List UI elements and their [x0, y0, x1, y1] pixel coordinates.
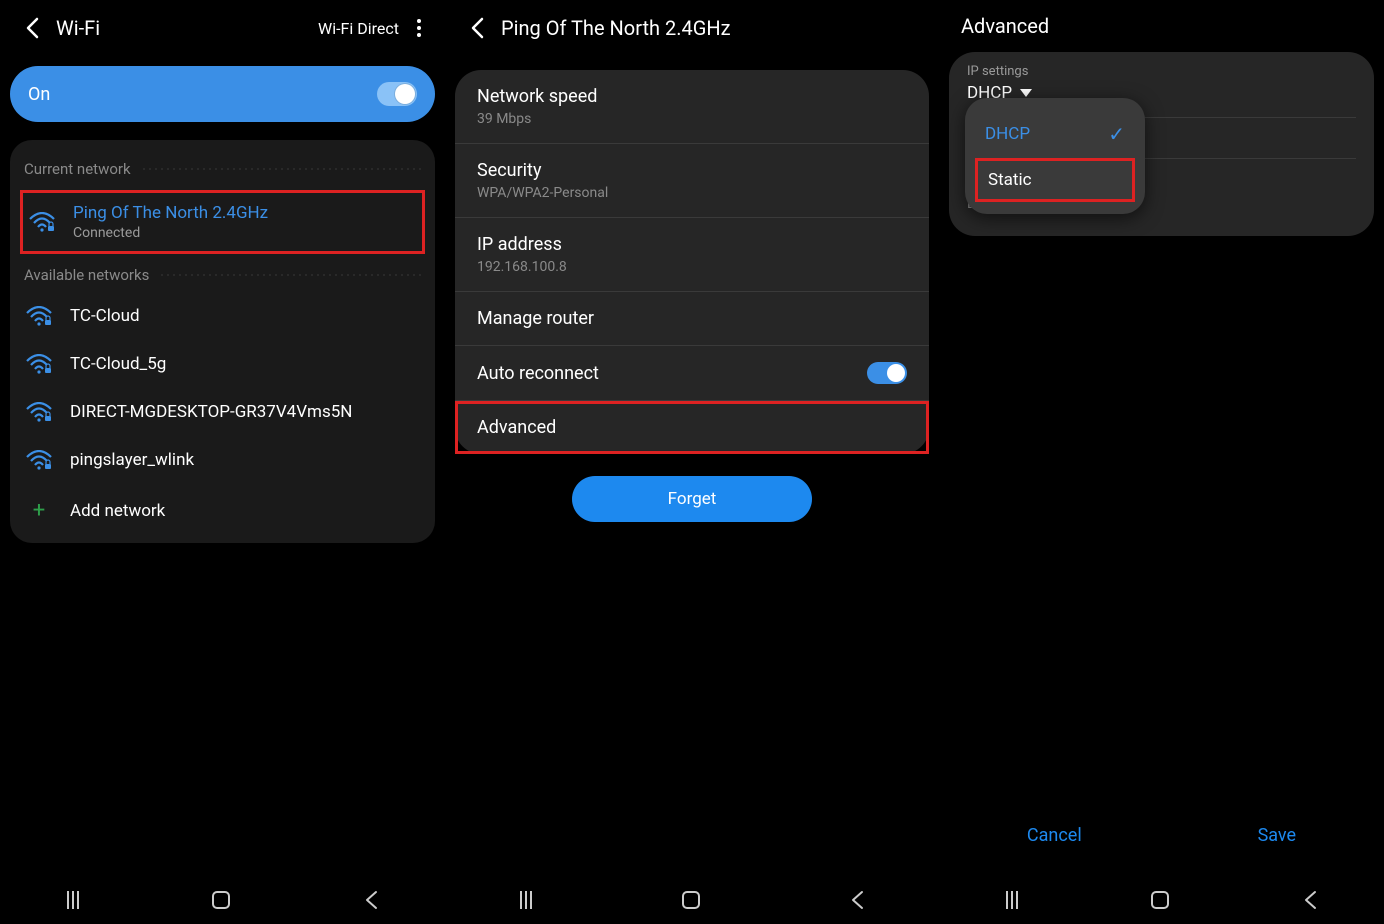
row-label: Advanced: [477, 417, 907, 438]
network-row[interactable]: DIRECT-MGDESKTOP-GR37V4Vms5N: [10, 388, 435, 436]
nav-home[interactable]: [1151, 891, 1169, 909]
android-nav-bar: [445, 890, 939, 910]
nav-home[interactable]: [212, 891, 230, 909]
nav-back[interactable]: [850, 890, 864, 910]
auto-reconnect-row[interactable]: Auto reconnect: [455, 346, 929, 401]
page-title: Wi-Fi: [56, 16, 318, 40]
option-dhcp[interactable]: DHCP ✓: [965, 110, 1145, 158]
row-label: Security: [477, 160, 907, 181]
chevron-down-icon: [1020, 89, 1032, 97]
wifi-lock-icon: [26, 402, 52, 422]
nav-home[interactable]: [682, 891, 700, 909]
row-value: 192.168.100.8: [477, 259, 907, 275]
android-nav-bar: [939, 890, 1384, 910]
available-networks-label: Available networks: [24, 266, 149, 284]
network-name: DIRECT-MGDESKTOP-GR37V4Vms5N: [70, 402, 352, 422]
current-network-header: Current network: [10, 152, 435, 186]
nav-recents[interactable]: [67, 891, 79, 909]
wifi-lock-icon: [29, 212, 55, 232]
network-row[interactable]: pingslayer_wlink: [10, 436, 435, 484]
add-network-label: Add network: [70, 501, 165, 521]
network-name: TC-Cloud_5g: [70, 354, 166, 374]
toggle-switch-icon: [867, 362, 907, 384]
cancel-button[interactable]: Cancel: [1027, 825, 1082, 846]
row-label: Network speed: [477, 86, 907, 107]
networks-card: Current network Ping Of The North 2.4GHz…: [10, 140, 435, 543]
current-network-label: Current network: [24, 160, 131, 178]
security-row: Security WPA/WPA2-Personal: [455, 144, 929, 218]
add-network-row[interactable]: + Add network: [10, 484, 435, 537]
nav-recents[interactable]: [520, 891, 532, 909]
advanced-screen: Advanced IP settings DHCP Metered networ…: [939, 0, 1384, 924]
network-status: Connected: [73, 225, 268, 241]
row-value: 39 Mbps: [477, 111, 907, 127]
more-options-icon[interactable]: [407, 16, 431, 40]
back-button[interactable]: [459, 10, 495, 46]
wifi-master-toggle[interactable]: On: [10, 66, 435, 122]
manage-router-row[interactable]: Manage router: [455, 292, 929, 346]
advanced-card: IP settings DHCP Metered network Detect …: [949, 52, 1374, 236]
network-name: TC-Cloud: [70, 306, 140, 326]
nav-recents[interactable]: [1006, 891, 1018, 909]
ip-address-row: IP address 192.168.100.8: [455, 218, 929, 292]
divider-dots: [141, 168, 421, 170]
network-speed-row: Network speed 39 Mbps: [455, 70, 929, 144]
option-label: DHCP: [985, 124, 1030, 144]
row-label: IP address: [477, 234, 907, 255]
wifi-direct-button[interactable]: Wi-Fi Direct: [318, 19, 399, 38]
row-label: Manage router: [477, 308, 907, 329]
wifi-lock-icon: [26, 450, 52, 470]
network-row[interactable]: TC-Cloud: [10, 292, 435, 340]
network-detail-card: Network speed 39 Mbps Security WPA/WPA2-…: [455, 70, 929, 454]
header: Wi-Fi Wi-Fi Direct: [10, 0, 435, 56]
option-label: Static: [988, 170, 1032, 190]
row-label: Auto reconnect: [477, 363, 599, 384]
page-title: Ping Of The North 2.4GHz: [501, 16, 925, 40]
forget-button[interactable]: Forget: [572, 476, 812, 522]
available-networks-header: Available networks: [10, 258, 435, 292]
network-detail-screen: Ping Of The North 2.4GHz Network speed 3…: [445, 0, 939, 924]
check-icon: ✓: [1108, 122, 1125, 146]
back-button[interactable]: [14, 10, 50, 46]
ip-settings-label: IP settings: [967, 64, 1356, 79]
nav-back[interactable]: [364, 890, 378, 910]
page-title: Advanced: [949, 0, 1374, 52]
nav-back[interactable]: [1303, 890, 1317, 910]
network-row[interactable]: TC-Cloud_5g: [10, 340, 435, 388]
forget-label: Forget: [668, 489, 717, 509]
dialog-actions: Cancel Save: [939, 825, 1384, 846]
network-name: Ping Of The North 2.4GHz: [73, 203, 268, 223]
advanced-row[interactable]: Advanced: [455, 401, 929, 454]
toggle-label: On: [28, 84, 50, 105]
wifi-lock-icon: [26, 354, 52, 374]
header: Ping Of The North 2.4GHz: [455, 0, 929, 56]
android-nav-bar: [0, 890, 445, 910]
wifi-lock-icon: [26, 306, 52, 326]
save-button[interactable]: Save: [1258, 825, 1297, 846]
toggle-switch-icon: [377, 82, 417, 106]
divider-dots: [159, 274, 421, 276]
network-name: pingslayer_wlink: [70, 450, 194, 470]
ip-settings-popover: DHCP ✓ Static: [965, 98, 1145, 214]
wifi-settings-screen: Wi-Fi Wi-Fi Direct On Current network Pi…: [0, 0, 445, 924]
current-network-row[interactable]: Ping Of The North 2.4GHz Connected: [20, 190, 425, 254]
plus-icon: +: [26, 498, 52, 523]
option-static[interactable]: Static: [975, 158, 1135, 202]
row-value: WPA/WPA2-Personal: [477, 185, 907, 201]
